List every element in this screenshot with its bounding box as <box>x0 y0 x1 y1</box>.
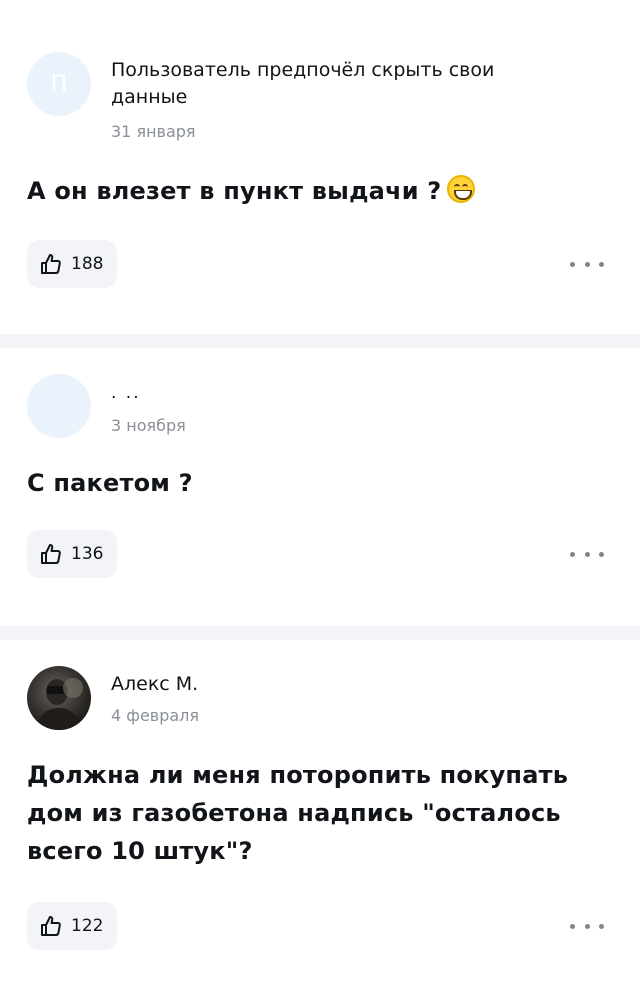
more-options-button[interactable] <box>570 916 604 936</box>
avatar[interactable]: . <box>27 374 91 438</box>
like-button[interactable]: 122 <box>27 902 118 950</box>
dot <box>584 923 590 929</box>
avatar-letter: . <box>57 400 61 412</box>
comment-date: 31 января <box>111 122 196 141</box>
comment-text: Должна ли меня поторопить покупать дом и… <box>27 761 569 865</box>
like-count: 136 <box>71 544 104 564</box>
dot <box>570 261 575 267</box>
more-options-button[interactable] <box>570 544 604 564</box>
dot <box>584 261 590 267</box>
like-button[interactable]: 188 <box>27 240 118 288</box>
thumbs-up-icon <box>41 916 61 936</box>
dot <box>599 551 604 557</box>
dot <box>599 923 604 929</box>
comment-author[interactable]: Алекс М. <box>111 671 531 698</box>
comment-text: С пакетом ? <box>27 469 193 497</box>
dot <box>584 551 590 557</box>
comment-author[interactable]: Пользователь предпочёл скрыть свои данны… <box>111 57 531 111</box>
comment-divider <box>0 334 640 348</box>
comment-card: П Пользователь предпочёл скрыть свои дан… <box>0 0 640 334</box>
comment-divider <box>0 626 640 640</box>
like-count: 122 <box>71 916 104 936</box>
comment-card: . . .. 3 ноября С пакетом ? 136 <box>0 348 640 626</box>
comment-author[interactable]: . .. <box>111 380 531 407</box>
avatar-letter: П <box>50 71 68 97</box>
like-count: 188 <box>71 254 104 274</box>
thumbs-up-icon <box>41 544 61 564</box>
avatar[interactable] <box>27 666 91 730</box>
dot <box>570 923 575 929</box>
dot <box>599 261 604 267</box>
thumbs-up-icon <box>41 254 61 274</box>
avatar-photo <box>35 678 83 730</box>
comment-text-content: А он влезет в пункт выдачи ? <box>27 177 442 205</box>
like-button[interactable]: 136 <box>27 530 118 578</box>
comment-date: 4 февраля <box>111 706 200 725</box>
comment-card: Алекс М. 4 февраля Должна ли меня поторо… <box>0 640 640 983</box>
more-options-button[interactable] <box>570 254 604 274</box>
comment-text: А он влезет в пункт выдачи ? <box>27 172 617 210</box>
avatar[interactable]: П <box>27 52 91 116</box>
comment-date: 3 ноября <box>111 416 186 435</box>
dot <box>570 551 575 557</box>
grinning-face-icon <box>447 175 476 203</box>
